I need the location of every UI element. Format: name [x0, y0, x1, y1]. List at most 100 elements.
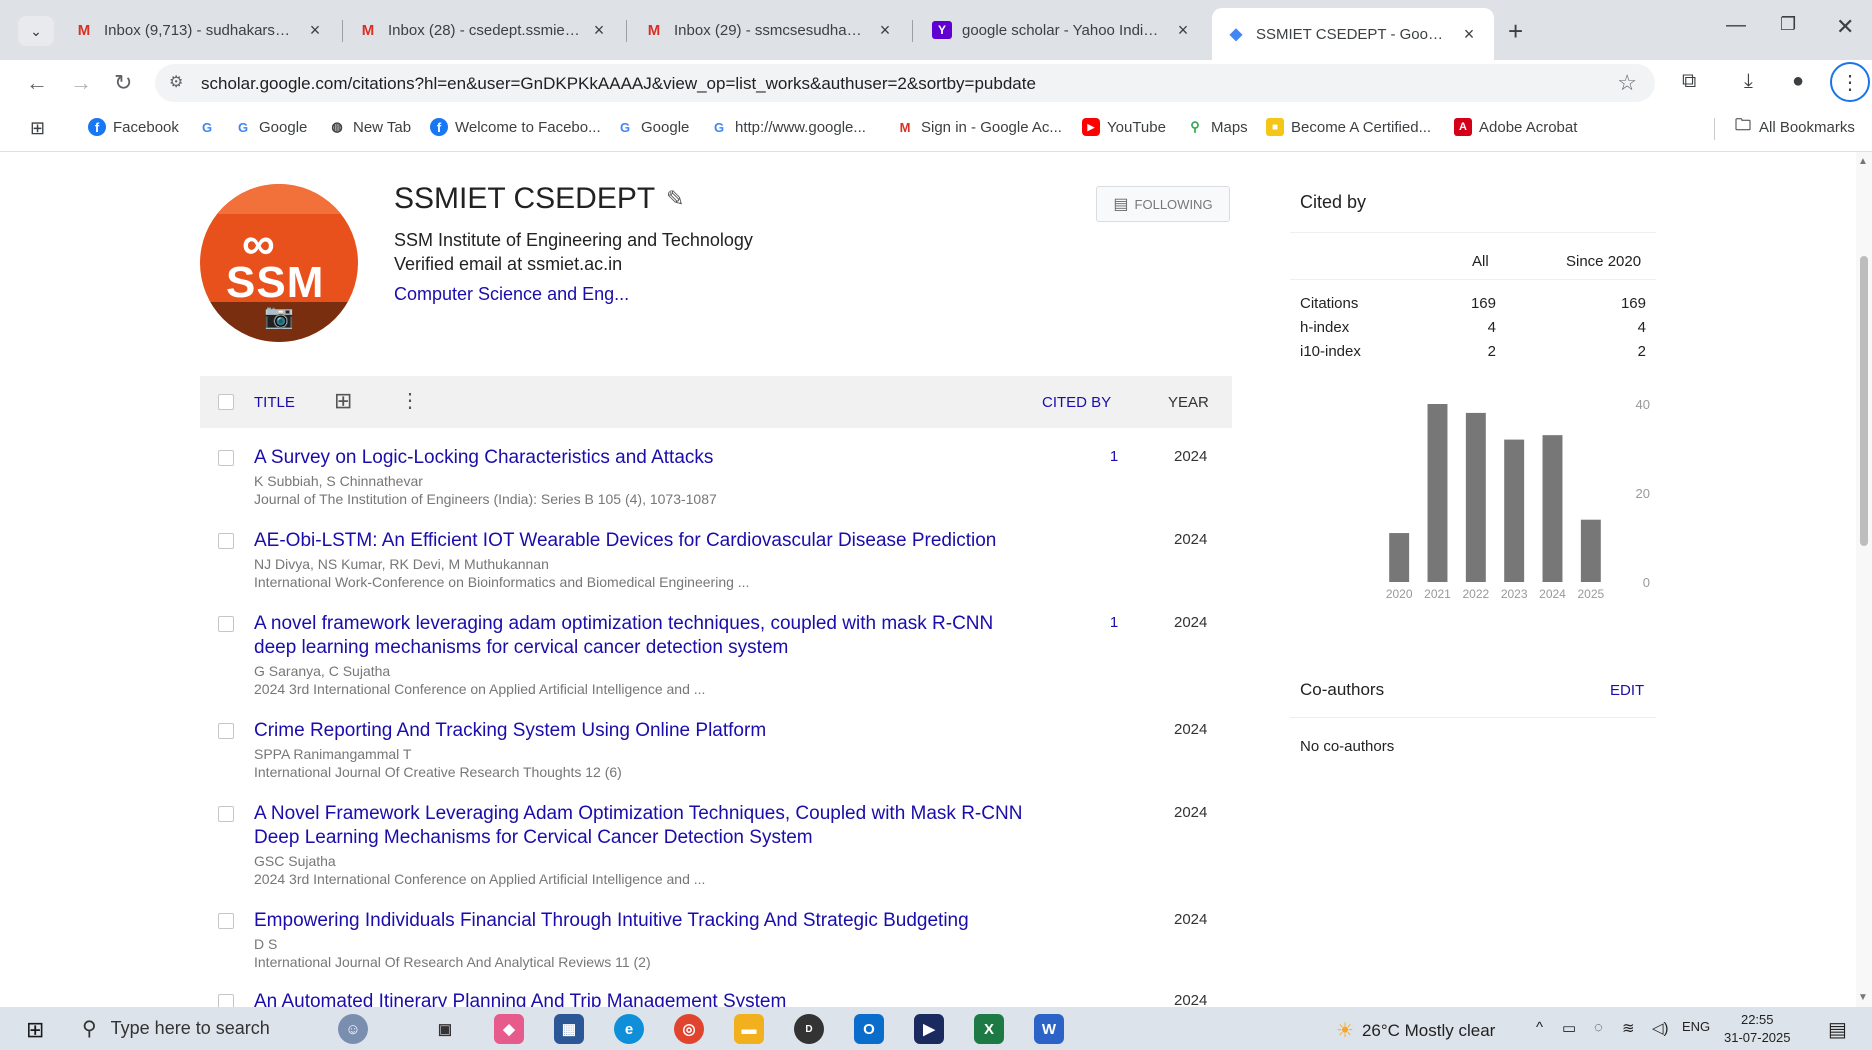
more-vert-icon[interactable]: ⋮ [400, 388, 420, 413]
article-title-link[interactable]: A Survey on Logic-Locking Characteristic… [254, 446, 1024, 470]
profile-avatar[interactable]: ∞ SSM 📷 [200, 184, 358, 342]
url-text[interactable]: scholar.google.com/citations?hl=en&user=… [201, 74, 1036, 94]
address-bar[interactable]: ⚙ scholar.google.com/citations?hl=en&use… [155, 64, 1655, 102]
bookmark-item[interactable]: ▶ YouTube [1082, 118, 1166, 136]
bookmark-item[interactable]: ⚲ Maps [1186, 118, 1247, 136]
word-icon[interactable]: W [1034, 1014, 1064, 1044]
task-view-icon[interactable]: ▣ [430, 1014, 460, 1044]
language-indicator[interactable]: ENG [1682, 1019, 1710, 1034]
weather-widget[interactable]: ☀ 26°C Mostly clear [1336, 1018, 1495, 1043]
restore-icon[interactable]: ❐ [1780, 14, 1796, 35]
browser-menu-button[interactable]: ⋮ [1830, 62, 1870, 102]
reload-icon[interactable]: ↻ [114, 70, 132, 96]
excel-icon[interactable]: X [974, 1014, 1004, 1044]
apps-grid-icon[interactable]: ⊞ [30, 118, 45, 139]
select-all-checkbox[interactable] [218, 394, 234, 410]
close-icon[interactable]: × [874, 20, 896, 41]
wifi-icon[interactable]: ≋ [1622, 1019, 1635, 1037]
article-title-link[interactable]: An Automated Itinerary Planning And Trip… [254, 990, 1024, 1007]
tab-search-button[interactable]: ⌄ [18, 16, 54, 46]
sort-by-title[interactable]: TITLE [254, 394, 295, 411]
following-button[interactable]: ▤ FOLLOWING [1096, 186, 1230, 222]
scroll-down-icon[interactable]: ▼ [1858, 992, 1868, 1003]
bookmark-item[interactable]: G [198, 118, 223, 136]
tray-chevron-icon[interactable]: ^ [1536, 1019, 1543, 1036]
search-highlight-icon[interactable]: ☺ [338, 1014, 368, 1044]
add-article-icon[interactable]: ⊞ [334, 388, 352, 414]
outlook-icon[interactable]: O [854, 1014, 884, 1044]
row-checkbox[interactable] [218, 533, 234, 549]
clock[interactable]: 22:55 31-07-2025 [1724, 1011, 1791, 1047]
download-icon[interactable]: ⤓ [1744, 70, 1753, 93]
bookmark-item[interactable]: A Adobe Acrobat [1454, 118, 1577, 136]
bar-2020[interactable] [1389, 533, 1410, 582]
meet-icon[interactable]: ◌ [1594, 1019, 1603, 1036]
bookmark-item[interactable]: G Google [616, 118, 689, 136]
bookmark-item[interactable]: ■ Become A Certified... [1266, 118, 1431, 136]
bookmark-item[interactable]: ◍ New Tab [328, 118, 411, 136]
window-close-icon[interactable]: ✕ [1836, 14, 1854, 40]
article-title-link[interactable]: Empowering Individuals Financial Through… [254, 909, 1024, 933]
site-info-icon[interactable]: ⚙ [169, 72, 183, 92]
article-title-link[interactable]: A novel framework leveraging adam optimi… [254, 612, 1024, 660]
close-icon[interactable]: × [1172, 20, 1194, 41]
extensions-icon[interactable]: ⧉ [1682, 70, 1696, 93]
row-checkbox[interactable] [218, 616, 234, 632]
bar-2021[interactable] [1427, 404, 1448, 582]
bookmark-item[interactable]: M Sign in - Google Ac... [896, 118, 1062, 136]
back-icon[interactable]: ← [26, 70, 48, 96]
volume-icon[interactable]: ◁) [1652, 1019, 1669, 1037]
sort-by-year[interactable]: YEAR [1168, 394, 1209, 411]
dell-icon[interactable]: D [794, 1014, 824, 1044]
windows-start-icon[interactable]: ⊞ [26, 1017, 44, 1043]
cited-by-count[interactable]: 1 [1104, 448, 1124, 465]
network-icon[interactable]: ▭ [1562, 1019, 1576, 1037]
browser-tab[interactable]: M Inbox (9,713) - sudhakars1060 × [60, 12, 340, 48]
profile-icon[interactable]: ● [1792, 70, 1804, 93]
chrome-icon[interactable]: ◎ [674, 1014, 704, 1044]
article-title-link[interactable]: Crime Reporting And Tracking System Usin… [254, 719, 1024, 743]
bookmark-item[interactable]: G Google [234, 118, 307, 136]
row-checkbox[interactable] [218, 806, 234, 822]
pencil-icon[interactable]: ✎ [666, 186, 684, 212]
sort-by-cited[interactable]: CITED BY [1042, 394, 1111, 411]
bar-2025[interactable] [1580, 519, 1601, 582]
bar-2022[interactable] [1465, 412, 1486, 582]
browser-tab[interactable]: M Inbox (29) - ssmcsesudhakar@ × [630, 12, 910, 48]
row-checkbox[interactable] [218, 450, 234, 466]
row-checkbox[interactable] [218, 994, 234, 1007]
all-bookmarks[interactable]: 🗀 All Bookmarks [1734, 117, 1855, 136]
bar-2024[interactable] [1542, 435, 1563, 582]
bookmark-star-icon[interactable]: ☆ [1617, 70, 1637, 96]
zoom-meeting-icon[interactable]: ▶ [914, 1014, 944, 1044]
forward-icon[interactable]: → [70, 70, 92, 96]
copilot-icon[interactable]: ◆ [494, 1014, 524, 1044]
close-icon[interactable]: × [1458, 24, 1480, 45]
coauthors-edit-link[interactable]: EDIT [1610, 682, 1644, 699]
row-checkbox[interactable] [218, 913, 234, 929]
bookmark-item[interactable]: f Welcome to Facebo... [430, 118, 601, 136]
close-icon[interactable]: × [588, 20, 610, 41]
article-title-link[interactable]: AE-Obi-LSTM: An Efficient IOT Wearable D… [254, 529, 1024, 553]
file-explorer-icon[interactable]: ▬ [734, 1014, 764, 1044]
new-tab-button[interactable]: + [1508, 16, 1523, 47]
browser-tab[interactable]: Y google scholar - Yahoo India S × [918, 12, 1208, 48]
bookmark-item[interactable]: Ghttp://www.google... [710, 118, 866, 136]
scrollbar-thumb[interactable] [1860, 256, 1868, 546]
browser-tab[interactable]: M Inbox (28) - csedept.ssmiet@g × [344, 12, 624, 48]
row-checkbox[interactable] [218, 723, 234, 739]
minimize-icon[interactable]: — [1726, 14, 1746, 37]
bookmark-item[interactable]: f Facebook [88, 118, 179, 136]
close-icon[interactable]: × [304, 20, 326, 41]
store-icon[interactable]: ▦ [554, 1014, 584, 1044]
cited-by-count[interactable]: 1 [1104, 614, 1124, 631]
profile-interest-link[interactable]: Computer Science and Eng... [394, 284, 629, 305]
camera-icon[interactable]: 📷 [264, 302, 294, 331]
bar-2023[interactable] [1504, 439, 1525, 582]
browser-tab-active[interactable]: ◆ SSMIET CSEDEPT - Google Sch × [1212, 8, 1494, 60]
page-scrollbar[interactable]: ▲ ▼ [1856, 152, 1872, 1007]
notifications-icon[interactable]: ▤ [1828, 1017, 1847, 1042]
scroll-up-icon[interactable]: ▲ [1858, 156, 1868, 167]
edge-icon[interactable]: e [614, 1014, 644, 1044]
article-title-link[interactable]: A Novel Framework Leveraging Adam Optimi… [254, 802, 1024, 850]
